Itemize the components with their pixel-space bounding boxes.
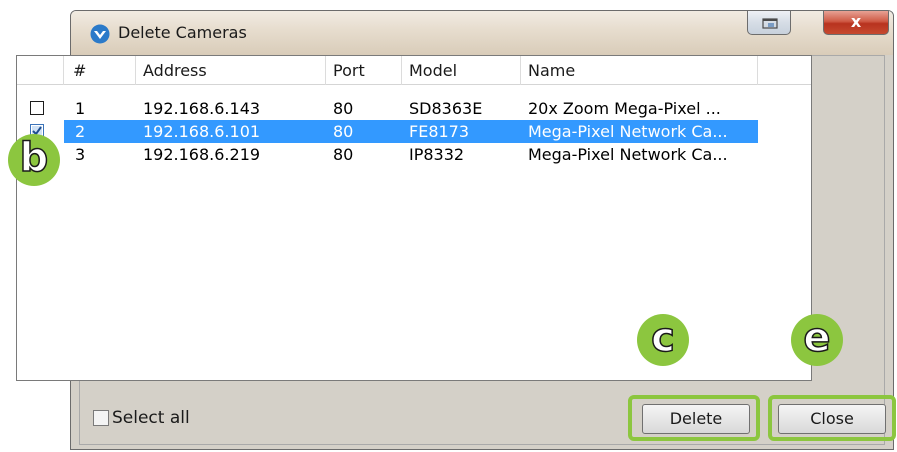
app-logo-icon <box>90 24 110 44</box>
row-number: 1 <box>75 99 86 118</box>
title-bar: Delete Cameras x <box>71 11 893 55</box>
close-button[interactable]: Close <box>778 404 886 434</box>
row-name: 20x Zoom Mega-Pixel ... <box>528 99 721 118</box>
header-port[interactable]: Port <box>326 56 402 85</box>
select-all-label[interactable]: Select all <box>112 408 190 428</box>
row-name: Mega-Pixel Network Ca... <box>528 145 728 164</box>
row-address: 192.168.6.143 <box>143 99 261 118</box>
table-row[interactable]: 1 192.168.6.143 80 SD8363E 20x Zoom Mega… <box>17 97 813 120</box>
row-number: 3 <box>75 145 86 164</box>
row-address: 192.168.6.219 <box>143 145 261 164</box>
header-filler <box>758 56 813 85</box>
delete-button[interactable]: Delete <box>642 404 750 434</box>
restore-button[interactable] <box>747 11 791 35</box>
callout-badge-b: b <box>8 134 60 186</box>
window-close-button[interactable]: x <box>823 11 889 35</box>
restore-window-icon <box>762 18 778 29</box>
table-row-selected[interactable]: 2 192.168.6.101 80 FE8173 Mega-Pixel Net… <box>17 120 813 143</box>
table-row[interactable]: 3 192.168.6.219 80 IP8332 Mega-Pixel Net… <box>17 143 813 166</box>
callout-badge-e: e <box>791 314 843 366</box>
row-checkbox[interactable] <box>30 101 44 115</box>
row-name: Mega-Pixel Network Ca... <box>528 122 728 141</box>
row-address: 192.168.6.101 <box>143 122 261 141</box>
header-name[interactable]: Name <box>521 56 758 85</box>
row-model: FE8173 <box>409 122 470 141</box>
header-model[interactable]: Model <box>402 56 521 85</box>
window-title: Delete Cameras <box>118 23 247 42</box>
header-checkbox-col[interactable] <box>17 56 64 85</box>
row-port: 80 <box>333 99 354 118</box>
list-header: # Address Port Model Name <box>17 56 811 85</box>
header-number[interactable]: # <box>64 56 136 85</box>
row-port: 80 <box>333 122 354 141</box>
row-port: 80 <box>333 145 354 164</box>
screenshot-stage: Delete Cameras x # Address Port Model Na… <box>0 0 897 452</box>
row-model: IP8332 <box>409 145 465 164</box>
row-number: 2 <box>75 122 86 141</box>
select-all-checkbox[interactable] <box>93 410 109 426</box>
callout-badge-c: c <box>637 314 689 366</box>
close-icon: x <box>850 12 862 31</box>
header-address[interactable]: Address <box>136 56 326 85</box>
camera-list[interactable]: # Address Port Model Name 1 192.168.6.14… <box>16 55 812 381</box>
row-model: SD8363E <box>409 99 483 118</box>
